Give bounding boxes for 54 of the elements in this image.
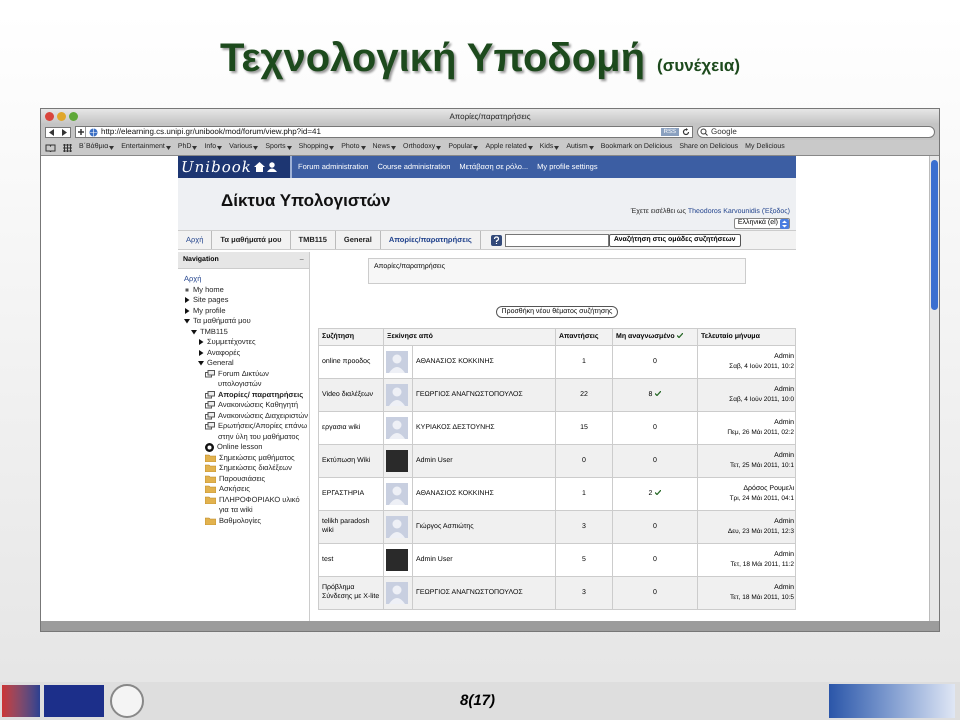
book-icon[interactable] — [45, 144, 56, 152]
url-text: http://elearning.cs.unipi.gr/unibook/mod/forum/view.php?id=41 — [101, 126, 322, 138]
avatar-silhouette-icon — [386, 384, 408, 406]
seal-logo — [110, 684, 144, 718]
collapsed-arrow-icon[interactable] — [184, 308, 190, 314]
avatar-silhouette-icon — [386, 417, 408, 439]
collapsed-arrow-icon[interactable] — [184, 297, 190, 303]
scrollbar[interactable] — [929, 156, 939, 621]
avatar-silhouette-icon — [386, 582, 408, 604]
check-icon — [676, 333, 683, 338]
university-logo — [2, 685, 40, 717]
photo-placeholder — [386, 549, 408, 571]
check-icon[interactable] — [655, 490, 662, 496]
folder-icon — [205, 516, 216, 524]
avatar-silhouette-icon — [386, 351, 408, 373]
avatar-silhouette-icon — [386, 483, 408, 505]
slide-subtitle: (συνέχεια) — [657, 55, 740, 78]
lesson-icon — [205, 443, 214, 452]
expanded-arrow-icon[interactable] — [191, 328, 197, 334]
search-field[interactable]: Google — [697, 126, 935, 138]
globe-icon — [89, 128, 98, 136]
reload-icon[interactable] — [682, 128, 690, 136]
photo-placeholder — [386, 450, 408, 472]
page-number: 8(17) — [460, 690, 496, 711]
bullet-icon — [184, 286, 190, 292]
close-icon[interactable] — [45, 112, 54, 121]
avatar-silhouette-icon — [386, 516, 408, 538]
scrollbar-thumb[interactable] — [931, 160, 938, 310]
help-icon[interactable] — [490, 234, 502, 246]
home-icon[interactable] — [254, 162, 265, 172]
grid-icon[interactable] — [63, 144, 72, 152]
plus-icon[interactable] — [76, 127, 86, 137]
search-icon — [700, 128, 709, 136]
slide-title: Τεχνολογική Υποδομή — [220, 35, 646, 82]
folder-icon — [205, 464, 216, 472]
collapsed-arrow-icon[interactable] — [198, 339, 204, 345]
department-logo — [44, 685, 104, 717]
site-logo[interactable]: Unibook — [181, 156, 252, 178]
forum-search-field[interactable] — [504, 234, 609, 246]
expanded-arrow-icon[interactable] — [184, 318, 190, 324]
folder-icon — [205, 454, 216, 462]
collapsed-arrow-icon[interactable] — [198, 350, 204, 356]
window-title: Απορίες/παρατηρήσεις — [449, 110, 531, 122]
folder-icon — [205, 496, 216, 504]
course-title: Δίκτυα Υπολογιστών — [221, 190, 390, 212]
forum-icon — [205, 370, 215, 378]
folder-icon — [205, 474, 216, 482]
stepper-icon — [780, 218, 789, 228]
collapse-button[interactable]: − — [299, 254, 304, 266]
folder-icon — [205, 485, 216, 493]
user-icon[interactable] — [266, 162, 277, 172]
check-icon[interactable] — [655, 391, 662, 396]
expanded-arrow-icon[interactable] — [198, 360, 204, 366]
back-forward-buttons[interactable] — [45, 126, 71, 138]
